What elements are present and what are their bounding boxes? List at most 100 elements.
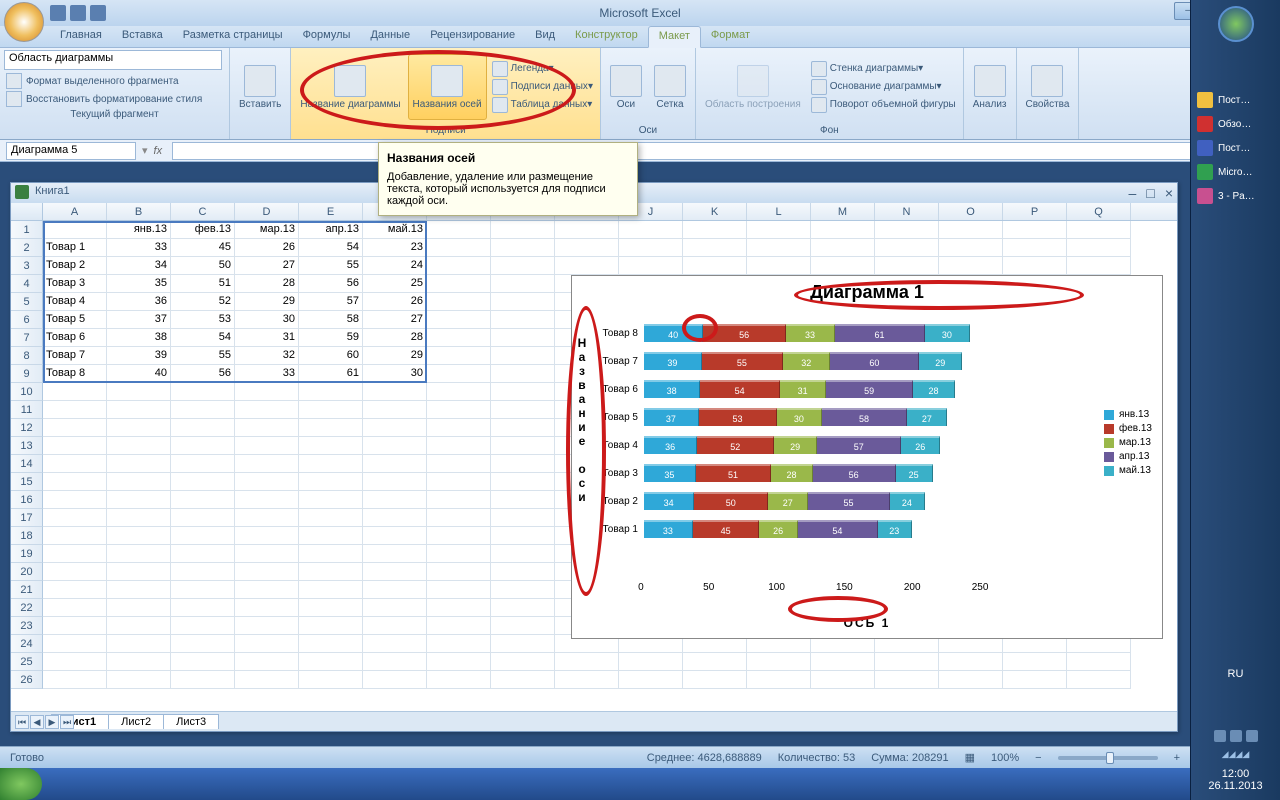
insert-icon — [244, 65, 276, 97]
rotation-button[interactable]: Поворот объемной фигуры — [808, 96, 959, 114]
taskbar-app[interactable]: Micro… — [1191, 160, 1280, 184]
clock[interactable]: 12:0026.11.2013 — [1191, 768, 1280, 792]
vista-sidebar: Пост…Обзо…Пост…Micro…3 - Pa… RU ◢◢◢◢ 12:… — [1190, 0, 1280, 800]
formula-input[interactable] — [172, 142, 1274, 160]
windows-orb-icon[interactable] — [1218, 6, 1254, 42]
properties-icon — [1031, 65, 1063, 97]
fx-icon[interactable]: fx — [154, 145, 163, 157]
taskbar-app[interactable]: Обзо… — [1191, 112, 1280, 136]
tooltip-axis-titles: Названия осей Добавление, удаление или р… — [378, 142, 638, 216]
plot-area-button[interactable]: Область построения — [700, 54, 806, 120]
chart-wall-button[interactable]: Стенка диаграммы ▾ — [808, 60, 959, 78]
chart-title-button[interactable]: Название диаграммы — [295, 54, 405, 120]
format-selection-button[interactable]: Формат выделенного фрагмента — [4, 72, 225, 90]
tab-insert[interactable]: Вставка — [112, 26, 173, 47]
tab-formulas[interactable]: Формулы — [293, 26, 361, 47]
x-axis-label[interactable]: ОСЬ 1 — [844, 616, 891, 630]
wb-minimize[interactable]: – — [1129, 185, 1137, 201]
undo-icon[interactable] — [70, 5, 86, 21]
group-analysis: Анализ — [964, 48, 1017, 139]
analysis-icon — [974, 65, 1006, 97]
analysis-button[interactable]: Анализ — [968, 54, 1012, 120]
data-table-button[interactable]: Таблица данных ▾ — [489, 96, 596, 114]
system-tray[interactable] — [1191, 730, 1280, 742]
chart-elements-dropdown[interactable]: Область диаграммы — [4, 50, 222, 70]
office-button[interactable] — [4, 2, 44, 42]
gridlines-icon — [654, 65, 686, 97]
workbook-window: Книга1 –□× ABCDEFGHIJKLMNOPQ 12345678910… — [10, 182, 1178, 732]
wb-close[interactable]: × — [1165, 185, 1173, 201]
axis-titles-icon — [431, 65, 463, 97]
tab-chart-layout[interactable]: Макет — [648, 26, 701, 48]
data-labels-button[interactable]: Подписи данных ▾ — [489, 78, 596, 96]
axes-button[interactable]: Оси — [605, 54, 647, 120]
status-sum: Сумма: 208291 — [871, 752, 948, 764]
chart-wall-icon — [811, 61, 827, 77]
data-table-icon — [492, 97, 508, 113]
sheet-tab-2[interactable]: Лист2 — [108, 714, 164, 729]
chart-floor-button[interactable]: Основание диаграммы ▾ — [808, 78, 959, 96]
group-labels: Название диаграммы Названия осей Легенда… — [291, 48, 601, 139]
sheet-tabs: ⏮◀▶⏭ Лист1 Лист2 Лист3 — [11, 711, 1177, 731]
legend-button[interactable]: Легенда ▾ — [489, 60, 596, 78]
taskbar-app[interactable]: Пост… — [1191, 88, 1280, 112]
grid[interactable]: ABCDEFGHIJKLMNOPQ 1234567891011121314151… — [11, 203, 1177, 711]
insert-button[interactable]: Вставить — [234, 54, 286, 120]
plot-area-icon — [737, 65, 769, 97]
format-selection-icon — [6, 73, 22, 89]
select-all-corner[interactable] — [11, 203, 43, 221]
view-normal-icon[interactable]: ▦ — [965, 751, 975, 764]
status-ready: Готово — [10, 752, 44, 764]
zoom-slider[interactable] — [1058, 756, 1158, 760]
name-box[interactable]: Диаграмма 5 — [6, 142, 136, 160]
axes-icon — [610, 65, 642, 97]
chart-title-icon — [334, 65, 366, 97]
chart-object[interactable]: Диаграмма 1 Название оси Товар 840563361… — [571, 275, 1163, 639]
titlebar: Microsoft Excel Работа с диаграммами – □… — [0, 0, 1280, 26]
windows-taskbar[interactable] — [0, 768, 1190, 800]
chart-title[interactable]: Диаграмма 1 — [572, 282, 1162, 303]
y-axis-label[interactable]: Название оси — [576, 336, 588, 504]
chart-legend[interactable]: янв.13фев.13мар.13апр.13май.13 — [1104, 406, 1152, 479]
language-indicator[interactable]: RU — [1191, 668, 1280, 680]
rotation-icon — [811, 97, 827, 113]
group-background: Область построения Стенка диаграммы ▾ Ос… — [696, 48, 964, 139]
tab-chart-format[interactable]: Формат — [701, 26, 760, 47]
save-icon[interactable] — [50, 5, 66, 21]
status-count: Количество: 53 — [778, 752, 855, 764]
row-headers[interactable]: 1234567891011121314151617181920212223242… — [11, 221, 43, 689]
sheet-tab-3[interactable]: Лист3 — [163, 714, 219, 729]
ribbon: Область диаграммы Формат выделенного фра… — [0, 48, 1280, 140]
tab-chart-design[interactable]: Конструктор — [565, 26, 648, 47]
wb-maximize[interactable]: □ — [1146, 185, 1154, 201]
zoom-in[interactable]: + — [1174, 752, 1180, 764]
start-button[interactable] — [0, 768, 42, 800]
app-title: Microsoft Excel — [599, 6, 680, 20]
group-properties: Свойства — [1017, 48, 1080, 139]
status-avg: Среднее: 4628,688889 — [647, 752, 762, 764]
taskbar-app[interactable]: 3 - Pa… — [1191, 184, 1280, 208]
gridlines-button[interactable]: Сетка — [649, 54, 691, 120]
reset-style-icon — [6, 91, 22, 107]
tab-page-layout[interactable]: Разметка страницы — [173, 26, 293, 47]
tab-review[interactable]: Рецензирование — [420, 26, 525, 47]
zoom-label: 100% — [991, 752, 1019, 764]
sheet-nav[interactable]: ⏮◀▶⏭ — [15, 715, 74, 729]
tab-data[interactable]: Данные — [360, 26, 420, 47]
ribbon-tabs: Главная Вставка Разметка страницы Формул… — [0, 26, 1280, 48]
quick-access-toolbar — [50, 5, 106, 21]
properties-button[interactable]: Свойства — [1021, 54, 1075, 120]
zoom-out[interactable]: − — [1035, 752, 1041, 764]
tab-home[interactable]: Главная — [50, 26, 112, 47]
data-labels-icon — [492, 79, 508, 95]
status-bar: Готово Среднее: 4628,688889 Количество: … — [0, 746, 1190, 768]
taskbar-app[interactable]: Пост… — [1191, 136, 1280, 160]
tab-view[interactable]: Вид — [525, 26, 565, 47]
axis-titles-button[interactable]: Названия осей — [408, 54, 487, 120]
chart-floor-icon — [811, 79, 827, 95]
legend-icon — [492, 61, 508, 77]
group-current-selection: Область диаграммы Формат выделенного фра… — [0, 48, 230, 139]
x-axis[interactable]: 050100150200250 — [644, 582, 1014, 596]
reset-style-button[interactable]: Восстановить форматирование стиля — [4, 90, 225, 108]
redo-icon[interactable] — [90, 5, 106, 21]
